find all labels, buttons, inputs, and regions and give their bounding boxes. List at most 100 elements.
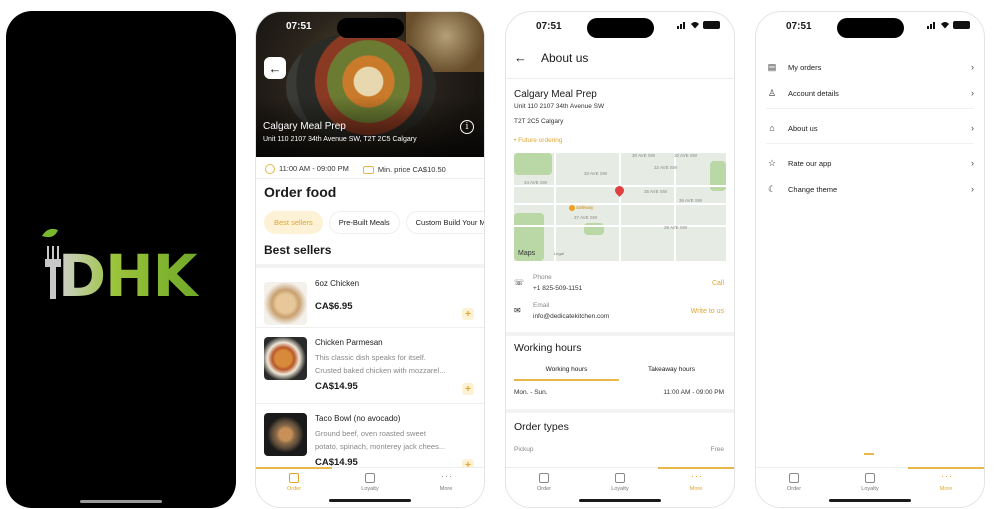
info-icon[interactable]: i	[460, 120, 474, 134]
tab-order[interactable]: Order	[506, 468, 582, 507]
item-desc: This classic dish speaks for itself.	[315, 353, 426, 362]
item-price: CA$6.95	[315, 301, 353, 312]
home-indicator	[579, 499, 661, 502]
restaurant-name: Calgary Meal Prep	[514, 89, 597, 100]
item-name: 6oz Chicken	[315, 279, 360, 288]
wifi-icon	[941, 22, 949, 29]
menu-item-change-theme[interactable]: ☾ Change theme ›	[766, 182, 974, 196]
address-line-2: T2T 2C5 Calgary	[514, 118, 564, 125]
mail-icon: ✉	[514, 306, 521, 315]
chip-best-sellers[interactable]: Best sellers	[264, 211, 323, 234]
restaurant-address: Unit 110 2107 34th Avenue SW, T2T 2C5 Ca…	[263, 136, 417, 143]
item-price: CA$14.95	[315, 381, 358, 392]
map-label: 33 AVE SW	[584, 171, 608, 176]
map-label: 30 AVE SW	[632, 153, 656, 158]
legal-link[interactable]: Legal	[554, 251, 564, 256]
map-poi-label: Safeway	[576, 205, 594, 210]
battery-icon	[703, 21, 720, 29]
status-time: 07:51	[536, 21, 562, 32]
dhk-logo: DHK	[42, 228, 201, 306]
write-button[interactable]: Write to us	[691, 308, 724, 315]
phone-icon: ☏	[514, 278, 525, 287]
tab-order[interactable]: Order	[756, 468, 832, 507]
signal-icon	[677, 22, 685, 29]
item-desc: potato, spinach, monterey jack chees...	[315, 442, 446, 451]
arrow-left-icon: ←	[268, 60, 282, 76]
dynamic-island	[587, 18, 654, 38]
bag-icon	[539, 473, 549, 483]
status-bar: 07:51	[256, 12, 484, 42]
card-icon	[365, 473, 375, 483]
chip-custom-build[interactable]: Custom Build Your M	[405, 211, 484, 234]
chevron-right-icon: ›	[971, 123, 974, 133]
map-label: 35 AVE SW	[644, 189, 668, 194]
map-label: 30 AVE SW	[674, 153, 698, 158]
signal-icon	[927, 22, 935, 29]
home-indicator	[329, 499, 411, 502]
map-label: 32 AVE SW	[654, 165, 678, 170]
tab-order[interactable]: Order	[256, 467, 332, 507]
tab-more[interactable]: ··· More	[908, 467, 984, 507]
item-name: Taco Bowl (no avocado)	[315, 414, 401, 423]
restaurant-name: Calgary Meal Prep	[263, 121, 346, 132]
more-icon: ···	[441, 471, 453, 481]
home-icon: ⌂	[769, 123, 775, 133]
home-indicator	[80, 500, 162, 503]
moon-icon: ☾	[767, 183, 777, 194]
hours-tabs: Working hours Takeaway hours	[514, 366, 724, 381]
map-label: 38 AVE SW	[664, 225, 688, 230]
apple-maps-logo: Maps	[518, 250, 536, 257]
menu-item-account-details[interactable]: ♙ Account details ›	[766, 86, 974, 100]
chevron-right-icon: ›	[971, 184, 974, 194]
item-name: Chicken Parmesan	[315, 338, 383, 347]
category-chips: Best sellers Pre-Built Meals Custom Buil…	[264, 211, 484, 234]
bag-icon	[789, 473, 799, 483]
menu-item-rate-app[interactable]: ☆ Rate our app ›	[766, 156, 974, 170]
item-image	[264, 413, 307, 456]
menu-item-about-us[interactable]: ⌂ About us ›	[766, 121, 974, 135]
dynamic-island	[337, 18, 404, 38]
status-time: 07:51	[786, 21, 812, 32]
order-type-row: Pickup Free	[514, 446, 724, 453]
chip-pre-built[interactable]: Pre-Built Meals	[328, 211, 400, 234]
app-store-screenshots: DHK 07:51 ← Calgary Meal Prep Unit 110 2…	[0, 0, 994, 509]
safeway-poi[interactable]	[569, 205, 575, 211]
page-title: About us	[541, 50, 589, 65]
map-label: 34 AVE SW	[524, 180, 548, 185]
logo-text: DHK	[58, 242, 200, 306]
chevron-right-icon: ›	[971, 88, 974, 98]
map-label: 37 AVE SW	[574, 215, 598, 220]
splash-screen: DHK	[6, 11, 236, 508]
map-view[interactable]: 30 AVE SW 30 AVE SW 32 AVE SW 33 AVE SW …	[514, 153, 726, 261]
nav-bar: ← About us	[514, 50, 588, 65]
back-button[interactable]: ←	[264, 57, 286, 79]
battery-icon	[953, 21, 970, 29]
status-bar: 07:51	[756, 12, 984, 42]
call-button[interactable]: Call	[712, 280, 724, 287]
hours-row: Mon. - Sun. 11:00 AM - 09:00 PM	[514, 389, 724, 396]
tab-more[interactable]: ··· More	[658, 467, 734, 507]
status-bar: 07:51	[506, 12, 734, 42]
item-desc: Ground beef, oven roasted sweet	[315, 429, 426, 438]
item-desc: Crusted baked chicken with mozzarel...	[315, 366, 446, 375]
section-title: Best sellers	[264, 243, 332, 257]
hours-meta: 11:00 AM - 09:00 PM	[265, 164, 349, 175]
wallet-icon	[362, 165, 374, 174]
about-screen: 07:51 ← About us Calgary Meal Prep Unit …	[505, 11, 735, 508]
card-icon	[615, 473, 625, 483]
tab-takeaway-hours[interactable]: Takeaway hours	[619, 366, 724, 381]
more-screen: 07:51 ▤ My orders › ♙ Account details › …	[755, 11, 985, 508]
chevron-right-icon: ›	[971, 62, 974, 72]
more-icon: ···	[941, 471, 953, 481]
tab-more[interactable]: ··· More	[408, 468, 484, 507]
bag-icon	[289, 473, 299, 483]
receipt-icon: ▤	[767, 61, 777, 72]
tab-working-hours[interactable]: Working hours	[514, 366, 619, 381]
menu-item-my-orders[interactable]: ▤ My orders ›	[766, 60, 974, 74]
add-button[interactable]: +	[462, 383, 474, 395]
page-title: Order food	[264, 184, 337, 200]
meta-row: 11:00 AM - 09:00 PM Min. price CA$10.50	[265, 164, 446, 175]
add-button[interactable]: +	[462, 308, 474, 320]
arrow-left-icon[interactable]: ←	[514, 50, 527, 65]
more-icon: ···	[691, 471, 703, 481]
